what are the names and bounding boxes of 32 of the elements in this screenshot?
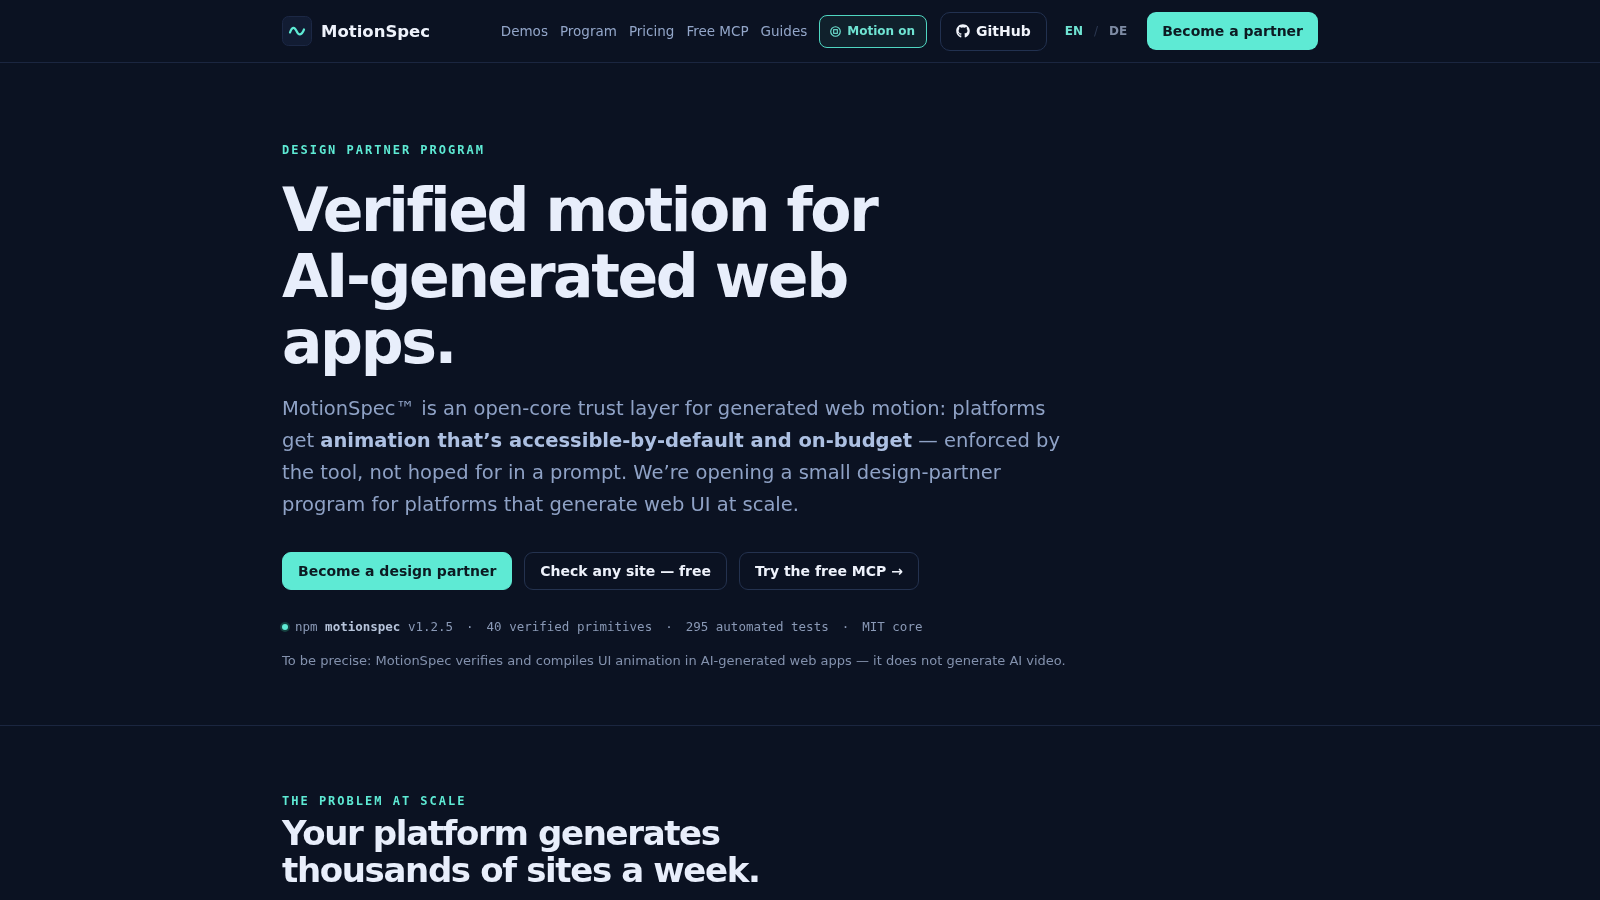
hero-heading: Verified motion for AI-generated web apps. <box>282 177 879 375</box>
section-heading: Your platform generates thousands of sites a week. <box>282 815 761 889</box>
primary-button[interactable]: Become a design partner <box>282 552 513 590</box>
secondary-button[interactable]: Check any site — free <box>524 552 727 590</box>
section-eyebrow: THE PROBLEM AT SCALE <box>282 793 467 809</box>
meta-separator: · <box>466 618 474 636</box>
logo-wave-icon[interactable] <box>282 16 312 46</box>
nav-link[interactable]: Program <box>559 23 617 39</box>
meta-separator: · <box>665 618 673 636</box>
language-separator: / <box>1094 24 1099 38</box>
nav-link[interactable]: Free MCP <box>686 23 749 39</box>
secondary-button[interactable]: Try the free MCP → <box>739 552 919 590</box>
language-link[interactable]: DE <box>1109 24 1128 38</box>
meta-separator: · <box>841 618 850 636</box>
nav-link[interactable]: Guides <box>760 23 808 39</box>
github-button[interactable]: GitHub <box>940 11 1047 51</box>
section-eyebrow: DESIGN PARTNER PROGRAM <box>282 142 485 158</box>
brand-name[interactable]: MotionSpec <box>321 21 431 41</box>
meta-item: MIT core <box>862 618 923 636</box>
disclaimer-text: To be precise: MotionSpec verifies and compiles UI animation in AI-generated web apps — it does not generate AI video. <box>282 652 1066 670</box>
become-partner-button[interactable]: Become a partner <box>1147 12 1318 50</box>
motion-toggle-button[interactable]: Motion on <box>819 14 928 48</box>
meta-item: npm motionspec v1.2.5 <box>295 618 454 636</box>
nav-link[interactable]: Pricing <box>628 23 675 39</box>
meta-item: 40 verified primitives <box>486 618 653 636</box>
hero-description: MotionSpec™ is an open-core trust layer for generated web motion: platforms get animation that’s accessible-by-default and on-budget — enforced by the tool, not hoped for in a prompt. We’re opening a small design-partner program for platforms that generate web UI at scale. <box>282 396 1061 518</box>
nav-link[interactable]: Demos <box>500 23 548 39</box>
status-dot-icon <box>280 622 290 632</box>
stop-circle-icon <box>830 25 842 37</box>
language-link[interactable]: EN <box>1064 24 1083 38</box>
meta-item: 295 automated tests <box>685 618 829 636</box>
github-icon <box>956 24 971 38</box>
